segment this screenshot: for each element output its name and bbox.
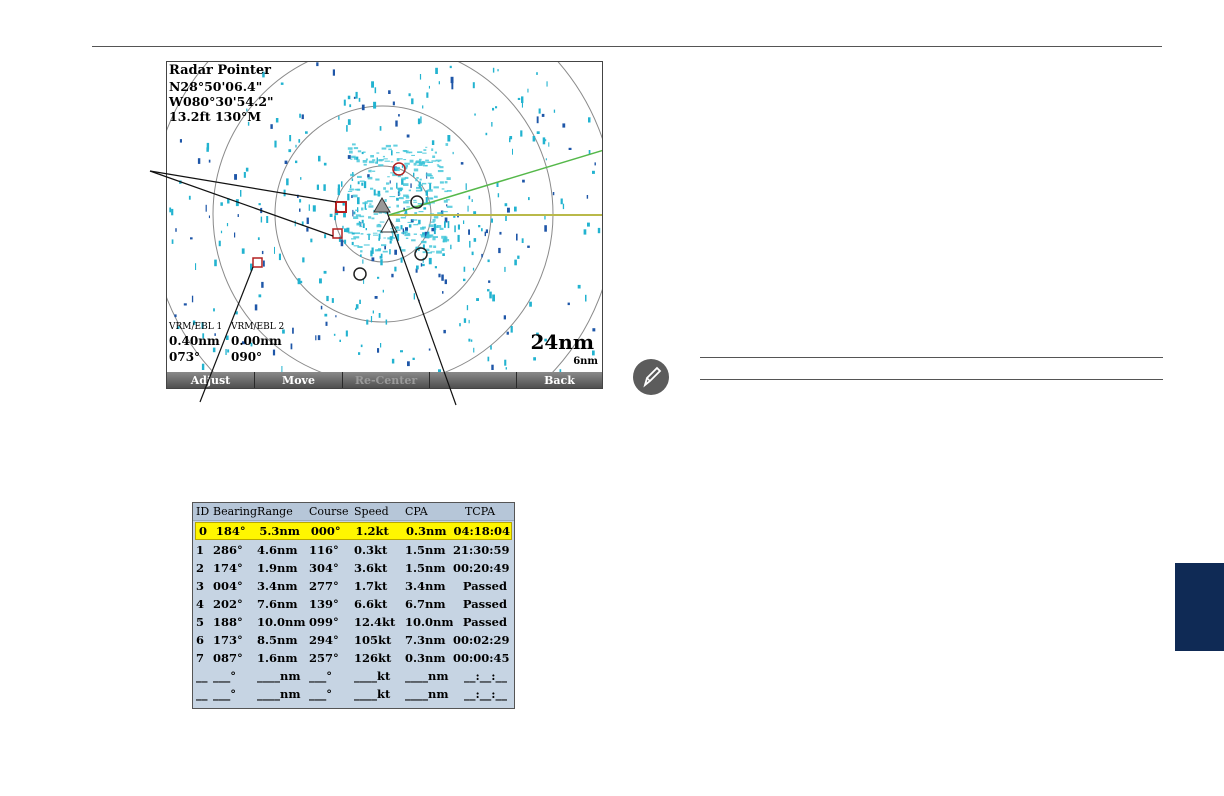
cell-speed: 12.4kt xyxy=(354,615,396,629)
note-pencil-icon xyxy=(633,359,669,395)
cell-bearing: 173° xyxy=(213,633,243,647)
cell-speed: 0.3kt xyxy=(354,543,388,557)
cell-range: ____nm xyxy=(257,687,301,701)
table-row[interactable]: 1 286° 4.6nm 116° 0.3kt 1.5nm 21:30:59 xyxy=(193,541,514,559)
cell-bearing: ___° xyxy=(213,669,236,683)
cell-range: 4.6nm xyxy=(257,543,298,557)
cell-tcpa: 00:20:49 xyxy=(453,561,510,575)
cell-speed: 1.2kt xyxy=(355,524,389,538)
note-rule-top xyxy=(700,357,1163,358)
cell-range: 5.3nm xyxy=(259,524,300,538)
cell-id: 0 xyxy=(199,524,208,538)
table-row[interactable]: 4 202° 7.6nm 139° 6.6kt 6.7nm Passed xyxy=(193,595,514,613)
cell-speed: ____kt xyxy=(354,669,391,683)
cell-speed: 126kt xyxy=(354,651,392,665)
callout-line xyxy=(149,170,337,203)
cell-tcpa: 04:18:04 xyxy=(453,524,511,538)
cell-course: 116° xyxy=(309,543,339,557)
table-row[interactable]: 3 004° 3.4nm 277° 1.7kt 3.4nm Passed xyxy=(193,577,514,595)
cell-cpa: 0.3nm xyxy=(405,651,446,665)
cell-speed: ____kt xyxy=(354,687,391,701)
table-row[interactable]: 7 087° 1.6nm 257° 126kt 0.3nm 00:00:45 xyxy=(193,649,514,667)
cell-id: __ xyxy=(196,687,208,701)
cell-cpa: ____nm xyxy=(405,687,449,701)
cell-id: 2 xyxy=(196,561,205,575)
cell-course: ___° xyxy=(309,687,332,701)
cell-cpa: 3.4nm xyxy=(405,579,446,593)
header-id: ID xyxy=(196,505,210,518)
cell-cpa: 10.0nm xyxy=(405,615,453,629)
header-range: Range xyxy=(257,505,293,518)
header-bearing: Bearing xyxy=(213,505,257,518)
table-row[interactable]: 5 188° 10.0nm 099° 12.4kt 10.0nm Passed xyxy=(193,613,514,631)
cell-course: 257° xyxy=(309,651,339,665)
callout-line xyxy=(199,266,254,403)
cell-tcpa: Passed xyxy=(462,597,507,611)
cell-id: 7 xyxy=(196,651,205,665)
cell-tcpa: Passed xyxy=(462,579,507,593)
cell-range: 7.6nm xyxy=(257,597,298,611)
cell-range: ____nm xyxy=(257,669,301,683)
cell-bearing: 174° xyxy=(213,561,243,575)
note-rule-bottom xyxy=(700,379,1163,380)
cell-range: 3.4nm xyxy=(257,579,298,593)
callout-lines xyxy=(149,170,457,406)
header-tcpa: TCPA xyxy=(464,505,496,518)
cell-id: 3 xyxy=(196,579,205,593)
table-row[interactable]: 6 173° 8.5nm 294° 105kt 7.3nm 00:02:29 xyxy=(193,631,514,649)
cell-bearing: 188° xyxy=(213,615,243,629)
cell-course: 277° xyxy=(309,579,339,593)
cell-tcpa: __:__:__ xyxy=(464,669,507,683)
cell-id: 1 xyxy=(196,543,205,557)
cell-range: 1.6nm xyxy=(257,651,298,665)
cell-speed: 105kt xyxy=(354,633,392,647)
cell-tcpa: 00:02:29 xyxy=(453,633,510,647)
cell-course: 294° xyxy=(309,633,339,647)
header-speed: Speed xyxy=(354,505,389,518)
cell-speed: 1.7kt xyxy=(354,579,388,593)
cell-cpa: 6.7nm xyxy=(405,597,446,611)
cell-course: 099° xyxy=(309,615,339,629)
cell-bearing: 184° xyxy=(215,524,246,538)
cell-id: __ xyxy=(196,669,208,683)
cell-range: 1.9nm xyxy=(257,561,298,575)
cell-range: 8.5nm xyxy=(257,633,298,647)
header-cpa: CPA xyxy=(405,505,428,518)
cell-bearing: 202° xyxy=(213,597,243,611)
cell-cpa: 1.5nm xyxy=(405,561,446,575)
table-row[interactable]: 0 184° 5.3nm 000° 1.2kt 0.3nm 04:18:04 xyxy=(195,522,512,540)
cell-course: 139° xyxy=(309,597,339,611)
cell-range: 10.0nm xyxy=(257,615,306,629)
cell-speed: 6.6kt xyxy=(354,597,388,611)
cell-bearing: 087° xyxy=(213,651,243,665)
cell-cpa: ____nm xyxy=(405,669,449,683)
cell-bearing: 286° xyxy=(213,543,243,557)
cell-cpa: 1.5nm xyxy=(405,543,446,557)
cell-bearing: 004° xyxy=(213,579,243,593)
cell-id: 4 xyxy=(196,597,205,611)
cell-bearing: ___° xyxy=(213,687,236,701)
cell-tcpa: 00:00:45 xyxy=(453,651,510,665)
cell-tcpa: Passed xyxy=(462,615,507,629)
callout-line xyxy=(149,170,334,237)
cell-course: ___° xyxy=(309,669,332,683)
cell-speed: 3.6kt xyxy=(354,561,388,575)
cell-id: 5 xyxy=(196,615,205,629)
cell-tcpa: 21:30:59 xyxy=(453,543,510,557)
table-row[interactable]: __ ___° ____nm ___° ____kt ____nm __:__:__ xyxy=(193,667,514,685)
table-row[interactable]: 2 174° 1.9nm 304° 3.6kt 1.5nm 00:20:49 xyxy=(193,559,514,577)
cell-cpa: 0.3nm xyxy=(406,524,447,538)
table-row[interactable]: __ ___° ____nm ___° ____kt ____nm __:__:__ xyxy=(193,685,514,703)
cell-course: 304° xyxy=(309,561,339,575)
target-list-table[interactable]: ID Bearing Range Course Speed CPA TCPA 0… xyxy=(192,502,515,709)
table-body: 0 184° 5.3nm 000° 1.2kt 0.3nm 04:18:04 1 286° 4.6… xyxy=(193,522,514,703)
cell-id: 6 xyxy=(196,633,205,647)
cell-cpa: 7.3nm xyxy=(405,633,446,647)
section-tab xyxy=(1175,563,1224,651)
header-course: Course xyxy=(309,505,349,518)
table-header: ID Bearing Range Course Speed CPA TCPA xyxy=(193,503,514,521)
callout-line xyxy=(386,211,457,406)
cell-course: 000° xyxy=(310,524,341,538)
cell-tcpa: __:__:__ xyxy=(464,687,507,701)
